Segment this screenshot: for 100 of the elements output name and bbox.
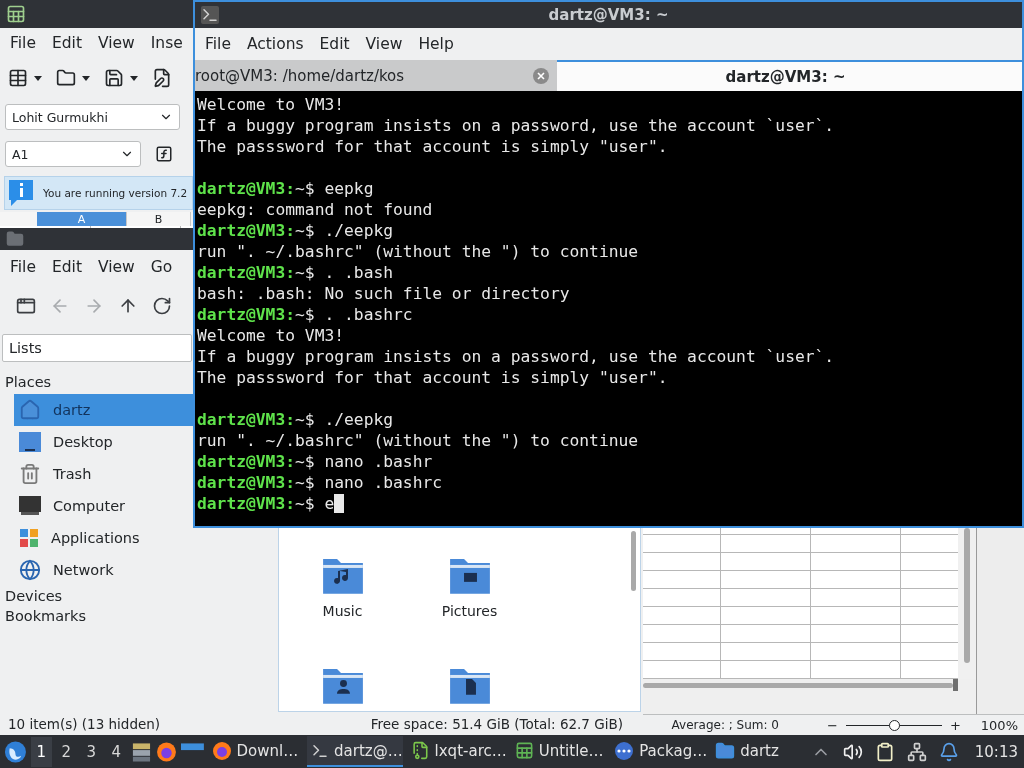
terminal-line: dartz@VM3:~$ ./eepkg [197, 409, 394, 430]
function-icon[interactable] [155, 145, 173, 163]
package-icon [614, 740, 635, 761]
menu-item[interactable]: File [2, 32, 44, 54]
desktop-switch[interactable]: 1 [30, 736, 52, 767]
menu-item[interactable]: Help [410, 33, 462, 55]
table-icon[interactable] [8, 68, 28, 88]
start-menu-icon[interactable] [4, 739, 27, 764]
task-label: dartz [740, 741, 779, 760]
menu-item[interactable]: File [2, 256, 44, 278]
scrollbar-thumb[interactable] [964, 528, 970, 663]
new-tab-icon[interactable] [16, 296, 36, 316]
file-cabinet-icon[interactable] [130, 740, 152, 763]
browser-icon[interactable] [155, 740, 177, 763]
section-header[interactable]: Bookmarks [0, 606, 91, 626]
taskbar-button[interactable]: dartz [711, 736, 807, 767]
menu-item[interactable]: View [89, 32, 143, 54]
desktop-icon [19, 432, 41, 452]
sidebar-item[interactable]: Network [14, 554, 193, 586]
desktop-switch[interactable]: 2 [55, 736, 77, 767]
close-icon[interactable] [533, 67, 549, 84]
menu-item[interactable]: View [357, 33, 411, 55]
terminal-line: dartz@VM3:~$ e [197, 493, 335, 514]
clock: 10:13 [974, 742, 1018, 761]
terminal-line: dartz@VM3:~$ eepkg [197, 178, 374, 199]
scrollbar-thumb[interactable] [630, 531, 636, 591]
spreadsheet-icon [6, 4, 26, 24]
menu-item[interactable]: File [197, 33, 239, 55]
home-icon [19, 399, 41, 421]
pictures-folder-icon[interactable] [448, 557, 491, 595]
terminal-line: bash: .bash: No such file or directory [197, 283, 570, 304]
network-icon[interactable] [906, 741, 927, 762]
menu-item[interactable]: Actions [238, 33, 312, 55]
sidebar-item-label: Applications [51, 530, 140, 546]
taskbar-button[interactable]: Downl… [207, 736, 304, 767]
spreadsheet-icon [514, 741, 534, 760]
section-header[interactable]: Devices [0, 586, 68, 606]
terminal-line: The passsword for that account is simply "user". [197, 367, 668, 388]
font-name-box[interactable]: Lohit Gurmukhi [5, 104, 180, 130]
document-folder-icon[interactable] [448, 667, 491, 705]
task-label: dartz@… [334, 741, 403, 760]
taskbar-button[interactable]: dartz@… [307, 736, 403, 767]
sidebar-item[interactable]: Applications [14, 522, 193, 554]
tab[interactable]: root@VM3: /home/dartz/kos [195, 60, 557, 91]
menu-item[interactable]: View [89, 256, 143, 278]
volume-icon[interactable] [842, 741, 863, 762]
terminal-icon [201, 6, 219, 24]
terminal-line: dartz@VM3:~$ . .bashrc [197, 304, 413, 325]
menu-item[interactable]: Edit [311, 33, 358, 55]
archive-icon [410, 741, 430, 760]
scrollbar-thumb[interactable] [643, 682, 953, 688]
folder-icon [6, 230, 24, 248]
info-icon [9, 180, 33, 206]
window-title: dartz@VM3: ~ [547, 6, 670, 24]
zoom-in-button[interactable]: + [949, 717, 961, 733]
terminal-line: dartz@VM3:~$ . .bash [197, 262, 394, 283]
name-box[interactable]: A1 [5, 141, 141, 167]
desktop-switch[interactable]: 3 [80, 736, 102, 767]
page-icon[interactable] [152, 68, 172, 88]
scroll-handle[interactable] [953, 679, 958, 691]
file-name: Pictures [441, 602, 498, 619]
side-pane-selector[interactable]: Lists [2, 334, 192, 362]
sidebar-item[interactable]: dartz [14, 394, 193, 426]
terminal-line: dartz@VM3:~$ ./eepkg [197, 220, 394, 241]
reload-icon[interactable] [152, 296, 172, 316]
menu-item[interactable]: Edit [43, 256, 90, 278]
desktop-switch[interactable]: 4 [105, 736, 127, 767]
sidebar-item[interactable]: Computer [14, 490, 193, 522]
menu-item[interactable]: Go [142, 256, 181, 278]
taskbar-button[interactable]: Untitle… [510, 736, 607, 767]
caret-icon[interactable] [130, 75, 138, 81]
applications-icon [19, 528, 39, 548]
sidebar-item-label: dartz [53, 402, 91, 418]
caret-icon[interactable] [34, 75, 42, 81]
tab[interactable]: dartz@VM3: ~ [557, 60, 1022, 91]
task-label: Downl… [236, 741, 299, 760]
user-folder-icon[interactable] [321, 667, 364, 705]
menu-item[interactable]: Edit [43, 32, 90, 54]
caret-icon[interactable] [82, 75, 90, 81]
section-header: Places [4, 373, 53, 392]
save-icon[interactable] [104, 68, 124, 88]
terminal-line: dartz@VM3:~$ nano .bashrc [197, 472, 443, 493]
terminal-line: run ". ~/.bashrc" (without the ") to continue [197, 430, 639, 451]
sidebar-item-label: Network [53, 562, 114, 578]
taskbar-button[interactable]: lxqt-arc… [406, 736, 507, 767]
sidebar-item[interactable]: Desktop [14, 426, 193, 458]
sidebar-item[interactable]: Trash [14, 458, 193, 490]
menu-item[interactable]: Inse [142, 32, 191, 54]
folder-icon[interactable] [56, 68, 76, 88]
zoom-level: 100% [980, 717, 1018, 733]
terminal-line: dartz@VM3:~$ nano .bashr [197, 451, 433, 472]
music-folder-icon[interactable] [321, 557, 364, 595]
notification-icon[interactable] [938, 741, 959, 762]
sidebar-item-label: Trash [53, 466, 92, 482]
slider-thumb[interactable] [888, 719, 900, 731]
zoom-out-button[interactable]: − [827, 717, 838, 733]
sidebar-item-label: Desktop [53, 434, 113, 450]
taskbar-button[interactable]: Packag… [610, 736, 708, 767]
terminal-line: Welcome to VM3! [197, 325, 345, 346]
terminal-line: If a buggy program insists on a password, use the account `user`. [197, 346, 835, 367]
